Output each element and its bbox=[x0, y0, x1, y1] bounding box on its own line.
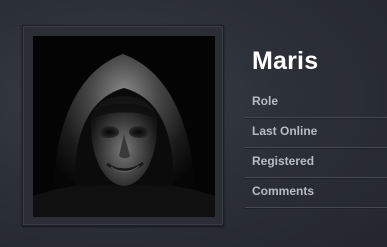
field-label-role: Role bbox=[252, 94, 279, 108]
field-label-last-online: Last Online bbox=[252, 124, 318, 138]
field-row-registered: Registered bbox=[245, 148, 387, 178]
field-row-last-online: Last Online bbox=[245, 118, 387, 148]
profile-fields: Role Last Online Registered Comments bbox=[245, 88, 387, 208]
field-row-role: Role bbox=[245, 88, 387, 118]
avatar-image bbox=[33, 36, 215, 217]
avatar-frame bbox=[22, 25, 224, 226]
avatar bbox=[33, 36, 215, 217]
field-row-comments: Comments bbox=[245, 178, 387, 208]
profile-name: Maris bbox=[252, 47, 319, 75]
field-label-comments: Comments bbox=[252, 184, 315, 198]
field-label-registered: Registered bbox=[252, 154, 315, 168]
